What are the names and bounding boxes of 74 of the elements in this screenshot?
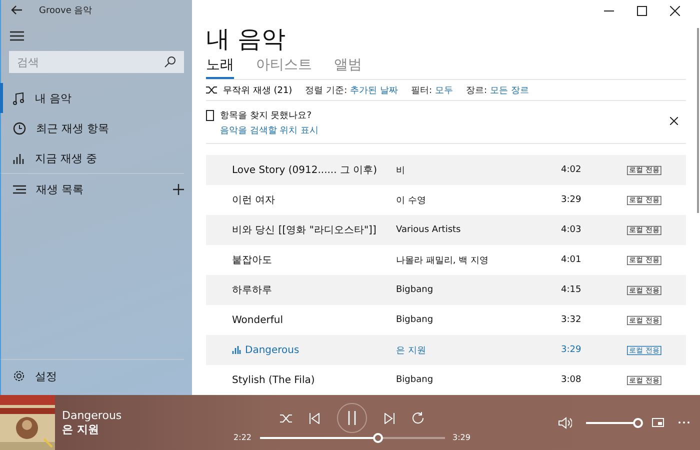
song-duration: 4:03 bbox=[561, 225, 582, 235]
song-title: Stylish (The Fila) bbox=[231, 374, 316, 386]
equalizer-icon bbox=[232, 346, 241, 354]
song-duration: 3:29 bbox=[561, 195, 582, 205]
song-artist: Bigbang bbox=[396, 285, 434, 295]
song-artist: 은 지원 bbox=[396, 344, 427, 356]
tablet-icon bbox=[206, 110, 214, 121]
song-title: Wonderful bbox=[231, 314, 284, 326]
genre-label: 장르: bbox=[466, 84, 488, 96]
genre-dropdown[interactable]: 모든 장르 bbox=[490, 84, 529, 96]
song-title: 이런 여자 bbox=[231, 194, 276, 207]
song-artist: Various Artists bbox=[396, 225, 462, 235]
sort-label: 정렬 기준: bbox=[305, 84, 348, 96]
song-title: 붙잡아도 bbox=[231, 254, 273, 267]
sort-dropdown[interactable]: 추가된 날짜 bbox=[350, 84, 398, 96]
maximize-icon[interactable] bbox=[637, 6, 647, 16]
previous-icon[interactable] bbox=[309, 412, 320, 424]
close-icon[interactable] bbox=[670, 117, 678, 125]
notice-text: 항목을 찾지 못했나요? bbox=[220, 110, 312, 122]
song-title: Love Story (0912...... 그 이후) bbox=[231, 164, 378, 177]
song-duration: 4:02 bbox=[561, 165, 582, 175]
song-duration: 4:01 bbox=[561, 255, 582, 265]
equalizer-icon bbox=[13, 152, 25, 164]
nav-item[interactable]: 지금 재생 중 bbox=[0, 143, 192, 173]
total-time: 3:29 bbox=[452, 433, 470, 442]
music-note-icon bbox=[13, 92, 25, 104]
song-artist: Bigbang bbox=[396, 375, 434, 385]
tab[interactable]: 노래 bbox=[206, 56, 234, 79]
song-duration: 3:32 bbox=[561, 315, 582, 325]
song-duration: 4:15 bbox=[561, 285, 582, 295]
settings-icon bbox=[13, 370, 25, 382]
add-icon[interactable] bbox=[173, 184, 184, 194]
shuffle-button[interactable]: 무작위 재생 (21) bbox=[206, 84, 292, 96]
playlists-item[interactable]: 재생 목록 bbox=[0, 173, 184, 204]
close-icon[interactable] bbox=[670, 6, 680, 16]
song-duration: 3:08 bbox=[561, 375, 582, 385]
settings-item[interactable]: 설정 bbox=[0, 359, 184, 392]
list-icon bbox=[13, 184, 26, 194]
search-icon[interactable] bbox=[164, 56, 176, 68]
song-artist: 비 bbox=[396, 164, 406, 176]
pause-icon bbox=[348, 411, 356, 425]
shuffle-icon[interactable] bbox=[280, 414, 292, 422]
menu-icon[interactable] bbox=[10, 31, 24, 41]
song-title: 비와 당신 [[영화 "라디오스타"]] bbox=[231, 224, 378, 237]
song-artist: Bigbang bbox=[396, 315, 434, 325]
elapsed-time: 2:22 bbox=[234, 433, 252, 442]
song-title: 하루하루 bbox=[231, 284, 273, 297]
scrollbar[interactable] bbox=[697, 28, 699, 213]
song-duration: 3:29 bbox=[561, 345, 582, 355]
volume-icon[interactable] bbox=[558, 416, 572, 428]
filter-label: 필터: bbox=[410, 84, 432, 96]
window-title: Groove 음악 bbox=[39, 4, 92, 16]
repeat-icon[interactable] bbox=[412, 412, 424, 424]
song-artist: 이 수영 bbox=[396, 194, 427, 206]
filter-dropdown[interactable]: 모두 bbox=[435, 84, 454, 96]
pause-button[interactable] bbox=[337, 403, 367, 433]
next-icon[interactable] bbox=[384, 412, 395, 424]
seek-slider-thumb[interactable] bbox=[372, 432, 383, 442]
more-icon[interactable] bbox=[678, 421, 690, 424]
nav-item[interactable]: 최근 재생 항목 bbox=[0, 113, 192, 143]
page-title: 내 음악 bbox=[206, 24, 287, 54]
track-artist: 은 지원 bbox=[62, 422, 100, 436]
shuffle-icon bbox=[206, 86, 217, 94]
notice-link[interactable]: 음악을 검색할 위치 표시 bbox=[220, 124, 686, 137]
track-title: Dangerous bbox=[62, 408, 123, 422]
back-icon[interactable] bbox=[11, 5, 23, 15]
song-title: Dangerous bbox=[206, 344, 396, 356]
tab[interactable]: 앨범 bbox=[334, 56, 362, 79]
tab[interactable]: 아티스트 bbox=[256, 56, 312, 79]
mini-player-icon[interactable] bbox=[652, 418, 664, 427]
volume-slider-thumb[interactable] bbox=[633, 418, 643, 428]
clock-icon bbox=[13, 122, 26, 134]
search-field[interactable]: 검색 bbox=[9, 51, 184, 73]
song-artist: 나몰라 패밀리, 백 지영 bbox=[396, 254, 490, 266]
